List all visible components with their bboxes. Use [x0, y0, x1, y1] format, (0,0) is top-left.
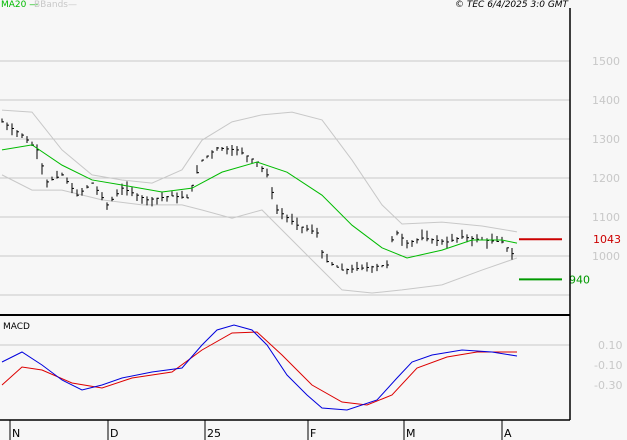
- macd-tick-label: -0.10: [594, 359, 622, 372]
- chart-svg: 1500 1400 1300 1200 1100 1000 0.10 -0.10 -0.30 10…: [0, 8, 623, 440]
- chart-container: 1500 1400 1300 1200 1100 1000 0.10 -0.10 -0.30 10…: [0, 0, 627, 440]
- legend-bbands-label: BBands: [34, 0, 68, 10]
- level-label: 940: [569, 273, 590, 286]
- macd-line: [1, 324, 518, 411]
- x-tick-label: D: [110, 427, 118, 440]
- legend-ma20-label: MA20: [1, 0, 27, 10]
- price-tick-label: 1500: [592, 55, 620, 68]
- bb-lower-line: [1, 174, 518, 294]
- legend-bbands: BBands—: [34, 0, 77, 10]
- macd-signal-line: [1, 331, 517, 406]
- ma20-line: [1, 144, 518, 259]
- bb-upper-line: [1, 109, 518, 233]
- level-label: 1043: [593, 233, 621, 246]
- macd-tick-label: -0.30: [594, 379, 622, 392]
- macd-tick-label: 0.10: [598, 339, 623, 352]
- macd-label: MACD: [3, 322, 30, 332]
- x-tick-label: M: [406, 427, 416, 440]
- price-tick-label: 1300: [592, 133, 620, 146]
- price-tick-label: 1100: [592, 211, 620, 224]
- price-tick-label: 1000: [592, 250, 620, 263]
- x-tick-label: 25: [207, 427, 221, 440]
- price-tick-label: 1400: [592, 94, 620, 107]
- x-tick-label: A: [504, 427, 512, 440]
- x-tick-label: F: [310, 427, 316, 440]
- legend-ma20: MA20 —: [1, 0, 39, 10]
- price-tick-label: 1200: [592, 172, 620, 185]
- copyright-text: © TEC 6/4/2025 3:0 GMT: [455, 0, 569, 10]
- x-tick-label: N: [12, 427, 20, 440]
